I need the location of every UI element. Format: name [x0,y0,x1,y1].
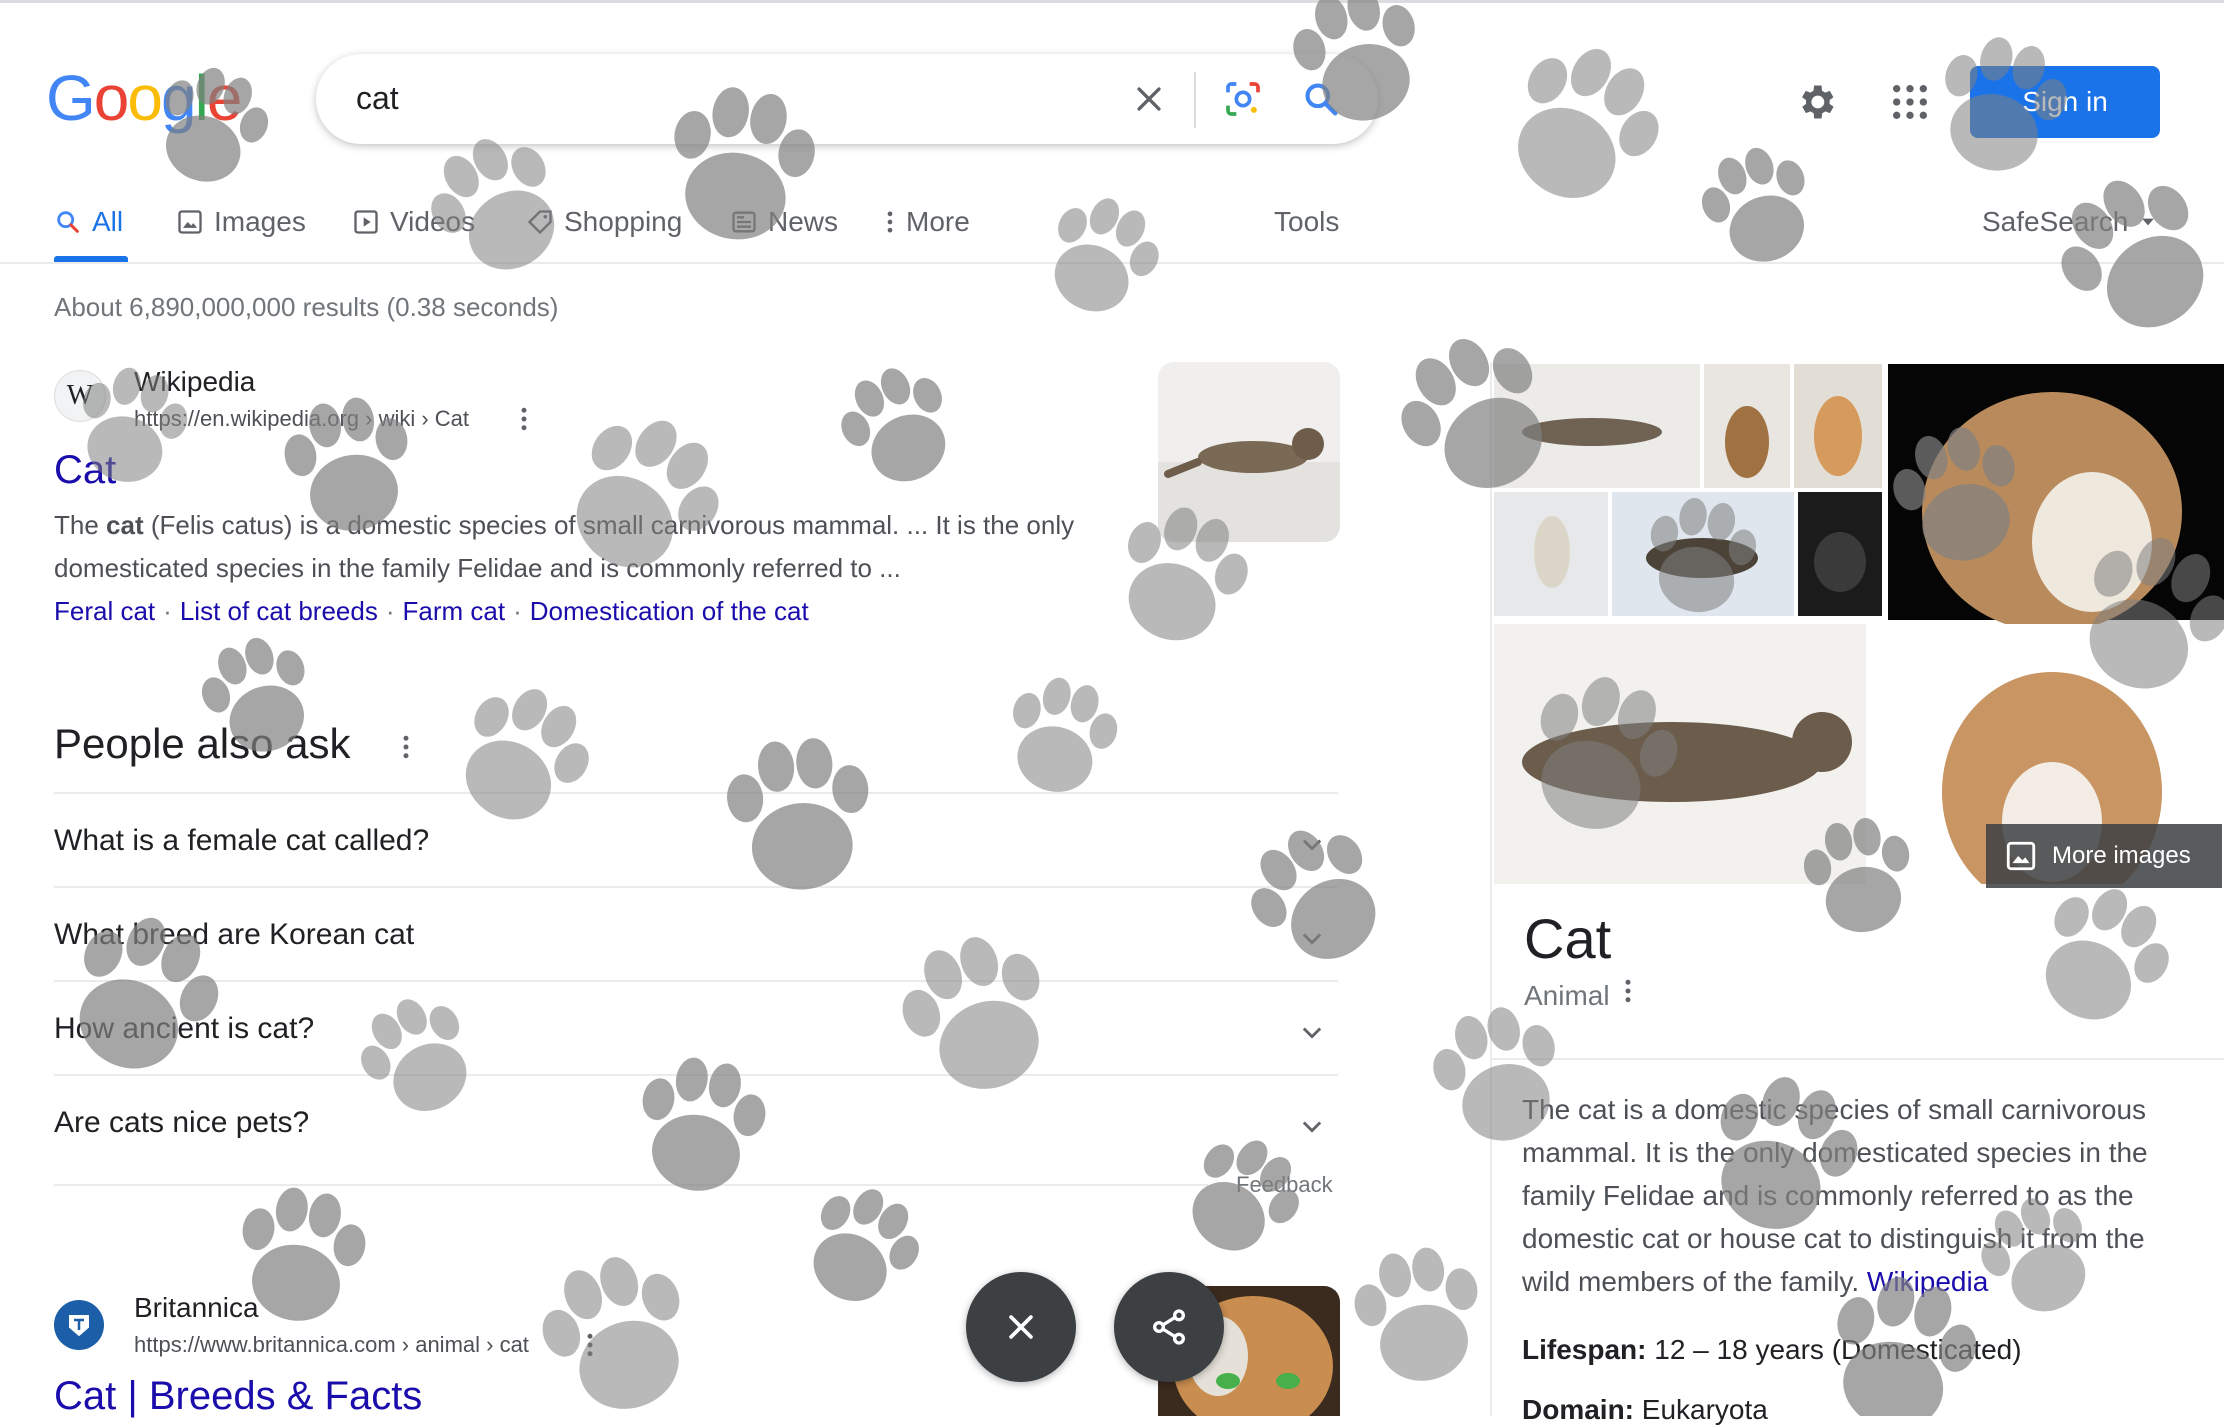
paw-print [1346,1239,1492,1391]
tab-label: Images [214,206,306,237]
paa-question[interactable]: What is a female cat called? [54,792,1338,888]
tab-videos[interactable]: Videos [352,206,475,238]
sitelink[interactable]: List of cat breeds [180,596,378,626]
chevron-down-icon [1298,924,1326,957]
result-title-link[interactable]: Cat | Breeds & Facts [54,1374,422,1419]
fact-value: 12 – 18 years (Domesticated) [1654,1334,2022,1365]
share-fab-button[interactable] [1114,1272,1224,1382]
tab-label: More [906,206,970,237]
result-menu-icon[interactable] [584,1330,596,1365]
play-icon [354,210,378,234]
result-title-link[interactable]: Cat [54,448,116,493]
paa-question-text: Are cats nice pets? [54,1106,310,1139]
image-icon [2006,841,2036,871]
tab-all[interactable]: All [54,206,123,238]
fact-value: Eukaryota [1641,1394,1768,1425]
search-icon [57,211,79,233]
image-icon [178,210,202,234]
result-snippet: The cat (Felis catus) is a domestic spec… [54,504,1094,590]
paw-print [995,668,1127,805]
result-menu-icon[interactable] [518,404,530,439]
result-site-name[interactable]: Wikipedia [134,366,255,398]
paa-menu-icon[interactable] [400,732,412,767]
tab-label: News [768,206,839,237]
more-images-label: More images [2052,842,2191,869]
paa-question[interactable]: How ancient is cat? [54,980,1338,1076]
kp-description-text: The cat is a domestic species of small c… [1522,1094,2148,1297]
snippet-bold: cat [106,510,144,540]
paw-print [826,352,971,500]
result-url[interactable]: https://www.britannica.com › animal › ca… [134,1332,529,1358]
paw-print [525,1240,711,1416]
tab-images[interactable]: Images [176,206,306,238]
sitelink[interactable]: Farm cat [403,596,506,626]
google-apps-icon[interactable] [1890,82,1930,127]
kp-image-grid[interactable] [1492,362,2224,884]
share-icon [1153,1309,1185,1345]
sign-in-button[interactable]: Sign in [1970,66,2160,138]
wikipedia-favicon: W [54,370,106,422]
search-icon[interactable] [1298,76,1344,122]
close-icon [1009,1315,1033,1339]
sitelink[interactable]: Feral cat [54,596,155,626]
kp-fact: Domain: Eukaryota [1522,1394,1768,1426]
close-fab-button[interactable] [966,1272,1076,1382]
paa-question[interactable]: What breed are Korean cat [54,886,1338,982]
snippet-text: The [54,510,107,540]
tab-label: Shopping [564,206,683,237]
kp-menu-icon[interactable] [1622,976,1634,1011]
paa-question-text: What is a female cat called? [54,824,430,857]
kp-divider [1490,1058,2224,1060]
safesearch-label: SafeSearch [1982,206,2129,237]
kp-subtitle: Animal [1524,980,1610,1011]
tab-label: All [92,206,124,237]
paa-heading: People also ask [54,720,351,767]
paa-question-text: What breed are Korean cat [54,918,415,951]
newspaper-icon [732,211,756,233]
kp-title: Cat [1524,907,1612,970]
feedback-link[interactable]: Feedback [1236,1172,1333,1198]
kp-fact: Lifespan: 12 – 18 years (Domesticated) [1522,1334,2022,1366]
more-images-button[interactable]: More images [1986,824,2222,888]
britannica-favicon [54,1300,104,1350]
settings-gear-icon[interactable] [1794,80,1838,129]
kebab-icon [887,211,893,233]
lens-icon[interactable] [1220,76,1266,122]
tab-label: Videos [390,206,476,237]
safesearch-dropdown[interactable]: SafeSearch [1982,206,2158,238]
wikipedia-link[interactable]: Wikipedia [1867,1266,1988,1297]
caret-down-icon [2142,218,2155,226]
chevron-down-icon [1298,1112,1326,1145]
chevron-down-icon [1298,830,1326,863]
search-box[interactable]: cat [316,54,1378,144]
search-divider [1194,72,1196,128]
fact-label: Lifespan: [1522,1334,1647,1365]
snippet-text: (Felis catus) is a domestic species of s… [54,510,1075,583]
chevron-down-icon [1298,1018,1326,1051]
tab-more[interactable]: More [884,206,970,238]
google-logo[interactable]: Google [46,66,242,130]
tag-icon [527,210,552,235]
clear-icon[interactable] [1126,76,1172,122]
fact-label: Domain: [1522,1394,1634,1425]
sitelinks: Feral cat · List of cat breeds · Farm cat · Do… [54,596,809,626]
tab-news[interactable]: News [730,206,838,238]
result-thumbnail[interactable] [1158,362,1340,542]
search-tabs: All Images Videos Shopping News More Too… [0,196,2224,264]
tab-shopping[interactable]: Shopping [526,206,682,238]
paa-question-text: How ancient is cat? [54,1012,315,1045]
result-site-name[interactable]: Britannica [134,1292,259,1324]
paa-divider [54,1184,1208,1186]
active-tab-indicator [54,256,128,262]
paa-question[interactable]: Are cats nice pets? [54,1074,1338,1170]
sitelink[interactable]: Domestication of the cat [530,596,809,626]
tools-label: Tools [1274,206,1340,237]
search-input[interactable]: cat [356,80,399,117]
result-stats: About 6,890,000,000 results (0.38 second… [54,292,559,322]
top-border [0,0,2224,3]
kp-description: The cat is a domestic species of small c… [1522,1088,2198,1303]
tools-button[interactable]: Tools [1274,206,1339,238]
result-url[interactable]: https://en.wikipedia.org › wiki › Cat [134,406,469,432]
paw-print [787,1171,937,1322]
